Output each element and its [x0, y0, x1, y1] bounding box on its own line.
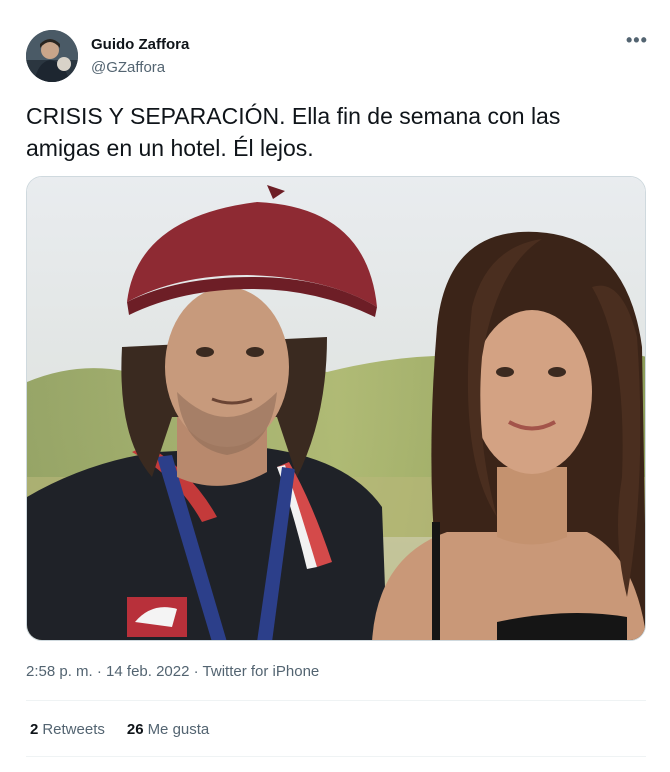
- likes-label: Me gusta: [147, 721, 210, 738]
- author-name[interactable]: Guido Zaffora: [91, 36, 189, 53]
- divider: [26, 700, 646, 701]
- author-handle[interactable]: @GZaffora: [91, 59, 165, 76]
- retweets-count: 2: [30, 721, 39, 738]
- avatar[interactable]: [26, 30, 78, 82]
- tweet-photo[interactable]: [26, 176, 646, 641]
- likes-count: 26: [126, 721, 144, 738]
- tweet-source[interactable]: Twitter for iPhone: [203, 663, 320, 680]
- tweet-stats: 2 Retweets 26 Me gusta: [30, 721, 209, 738]
- photo-image: [27, 177, 645, 640]
- meta-separator: ·: [92, 663, 107, 680]
- likes-stat[interactable]: 26 Me gusta: [127, 721, 209, 738]
- retweets-stat[interactable]: 2 Retweets: [30, 721, 105, 738]
- meta-separator: ·: [189, 663, 203, 680]
- divider: [26, 756, 646, 757]
- tweet-text: CRISIS Y SEPARACIÓN. Ella fin de semana …: [26, 103, 561, 161]
- tweet-time[interactable]: 2:58 p. m.: [26, 663, 93, 680]
- tweet-date[interactable]: 14 feb. 2022: [106, 663, 189, 680]
- retweets-label: Retweets: [42, 721, 105, 738]
- tweet-timestamp: 2:58 p. m. · 14 feb. 2022 · Twitter for …: [26, 663, 319, 680]
- avatar-image: [26, 30, 78, 82]
- more-options-icon[interactable]: •••: [626, 30, 648, 51]
